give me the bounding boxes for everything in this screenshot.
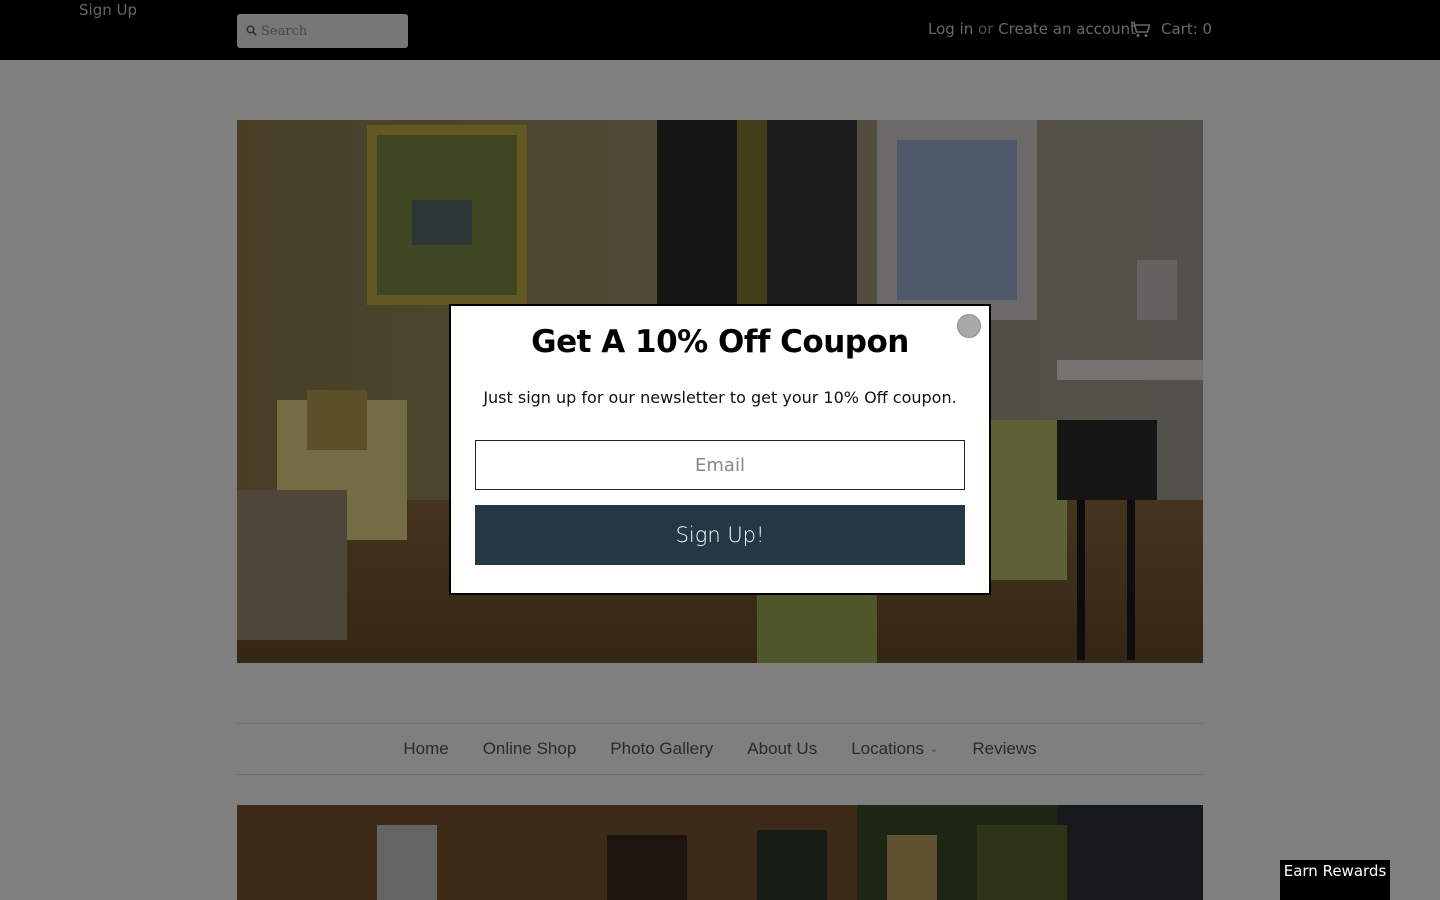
email-field[interactable]: [475, 440, 965, 490]
popup-title: Get A 10% Off Coupon: [531, 324, 909, 360]
earn-rewards-button[interactable]: Earn Rewards: [1280, 860, 1390, 900]
popup-subtitle: Just sign up for our newsletter to get y…: [483, 388, 957, 407]
coupon-popup: Get A 10% Off Coupon Just sign up for ou…: [449, 304, 991, 595]
signup-button[interactable]: Sign Up!: [475, 505, 965, 565]
